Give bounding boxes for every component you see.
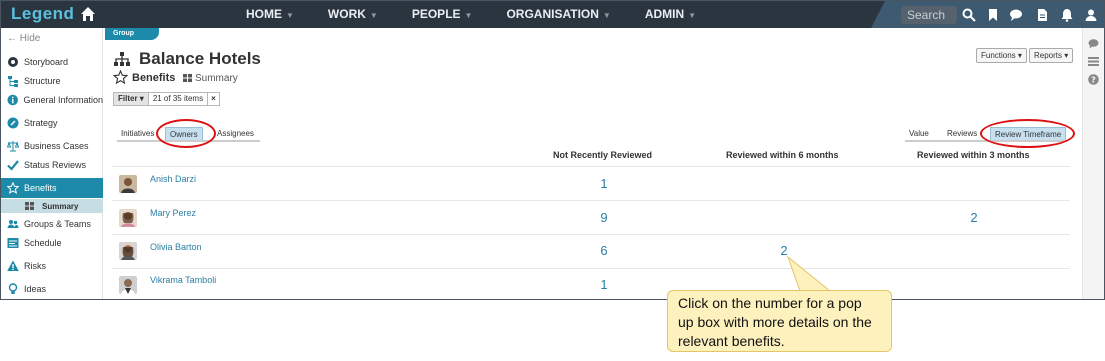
home-icon: [81, 7, 96, 21]
star-icon: [7, 182, 19, 194]
sidebar-item-schedule[interactable]: Schedule: [1, 233, 103, 253]
bell-icon[interactable]: [1060, 8, 1074, 22]
person-link[interactable]: Mary Perez: [150, 208, 196, 218]
callout-pointer: [786, 255, 832, 292]
favourite-star-icon[interactable]: [113, 70, 128, 84]
row-divider: [112, 200, 1070, 201]
main-nav: HOME ▼ WORK ▼ PEOPLE ▼ ORGANISATION ▼ ADMIN ▼: [246, 1, 730, 28]
reports-button[interactable]: Reports ▾: [1029, 48, 1074, 63]
nav-work[interactable]: WORK ▼: [328, 1, 378, 28]
strategy-icon: [7, 117, 19, 129]
nav-home[interactable]: HOME ▼: [246, 1, 294, 28]
nav-people[interactable]: PEOPLE ▼: [412, 1, 473, 28]
svg-text:?: ?: [1091, 75, 1096, 84]
nav-organisation[interactable]: ORGANISATION ▼: [506, 1, 610, 28]
people-icon: [7, 220, 19, 228]
sidebar-item-storyboard[interactable]: Storyboard: [1, 52, 103, 72]
functions-button[interactable]: Functions ▾: [976, 48, 1027, 63]
column-header-3-months[interactable]: Reviewed within 3 months: [917, 150, 1030, 160]
warning-icon: [7, 260, 19, 271]
top-navbar: Legend HOME ▼ WORK ▼ PEOPLE ▼ ORGANISATION ▼…: [1, 1, 1104, 28]
section-title: Benefits: [132, 72, 176, 84]
avatar: [119, 209, 137, 227]
bookmark-icon[interactable]: [986, 8, 1000, 22]
chat-icon[interactable]: [1009, 8, 1023, 22]
logo-text: Legend: [11, 4, 75, 23]
sidebar-item-groups-teams[interactable]: Groups & Teams: [1, 214, 103, 234]
sidebar-item-ideas[interactable]: Ideas: [1, 279, 103, 299]
sidebar-item-risks[interactable]: Risks: [1, 256, 103, 276]
count-link[interactable]: 1: [589, 176, 619, 191]
row-divider: [112, 166, 1070, 167]
sidebar-item-business-cases[interactable]: Business Cases: [1, 136, 103, 156]
storyboard-icon: [8, 57, 18, 67]
filter-dropdown[interactable]: Filter ▾: [114, 93, 149, 105]
filter-bar: Filter ▾ 21 of 35 items ×: [113, 92, 220, 106]
list-icon[interactable]: [1088, 56, 1099, 67]
scales-icon: [7, 141, 19, 152]
count-link[interactable]: 6: [589, 243, 619, 258]
bulb-icon: [8, 283, 18, 294]
check-icon: [7, 160, 19, 171]
highlight-ring-review-timeframe: [980, 119, 1075, 148]
count-link[interactable]: 1: [589, 277, 619, 292]
person-link[interactable]: Olivia Barton: [150, 242, 202, 252]
structure-icon: [8, 76, 18, 87]
search-icon[interactable]: [962, 8, 976, 22]
count-link[interactable]: 9: [589, 210, 619, 225]
column-header-not-recent[interactable]: Not Recently Reviewed: [553, 150, 652, 160]
app-window: Legend HOME ▼ WORK ▼ PEOPLE ▼ ORGANISATION ▼…: [0, 0, 1105, 300]
person-link[interactable]: Anish Darzi: [150, 174, 196, 184]
avatar: [119, 175, 137, 193]
row-divider: [112, 268, 1070, 269]
sidebar-item-strategy[interactable]: Strategy: [1, 113, 103, 133]
schedule-icon: [7, 238, 19, 248]
sidebar-item-general-information[interactable]: General Information: [1, 90, 103, 110]
hierarchy-icon: [114, 52, 130, 66]
tooltip-callout: Click on the number for a pop up box wit…: [667, 290, 892, 352]
hide-sidebar-button[interactable]: ← Hide: [7, 33, 40, 44]
document-icon[interactable]: [1035, 8, 1049, 22]
summary-link[interactable]: Summary: [195, 73, 238, 84]
avatar: [119, 242, 137, 260]
page-title: Balance Hotels: [139, 49, 261, 68]
sidebar-item-structure[interactable]: Structure: [1, 71, 103, 91]
search-input[interactable]: Search: [901, 6, 957, 24]
user-icon[interactable]: [1084, 8, 1098, 22]
group-tab[interactable]: Group: [105, 28, 159, 40]
column-header-6-months[interactable]: Reviewed within 6 months: [726, 150, 839, 160]
comment-icon[interactable]: [1088, 38, 1099, 49]
count-link[interactable]: 2: [959, 210, 989, 225]
filter-count: 21 of 35 items: [152, 94, 204, 103]
person-link[interactable]: Vikrama Tamboli: [150, 275, 216, 285]
nav-admin[interactable]: ADMIN ▼: [645, 1, 696, 28]
right-rail: [1082, 28, 1104, 299]
app-logo[interactable]: Legend: [11, 4, 96, 24]
sidebar-item-status-reviews[interactable]: Status Reviews: [1, 155, 103, 175]
summary-grid-icon: [183, 74, 192, 82]
avatar: [119, 276, 137, 294]
grid-icon: [25, 202, 34, 210]
sidebar-item-benefits[interactable]: Benefits: [1, 178, 103, 198]
help-icon[interactable]: ?: [1088, 74, 1099, 85]
row-divider: [112, 234, 1070, 235]
highlight-ring-owners: [156, 119, 216, 148]
clear-filter-button[interactable]: ×: [207, 93, 219, 105]
sidebar-subitem-summary[interactable]: Summary: [1, 199, 103, 213]
left-sidebar: ← Hide Storyboard Structure General Info…: [1, 28, 103, 299]
info-icon: [7, 94, 18, 106]
